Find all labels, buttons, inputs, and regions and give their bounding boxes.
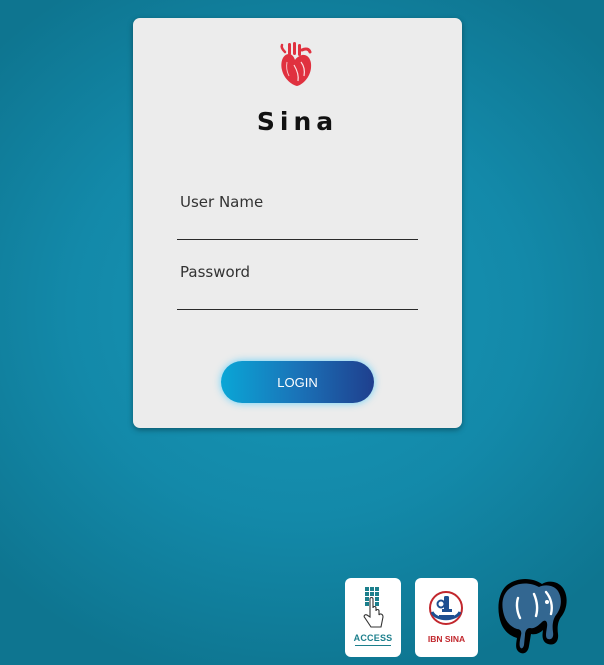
- access-logo-underline: [355, 645, 391, 646]
- login-button[interactable]: LOGIN: [221, 361, 374, 403]
- ibn-sina-logo-text: IBN SINA: [427, 634, 466, 644]
- heart-icon: [280, 42, 312, 86]
- ibn-sina-logo: IBN SINA: [415, 578, 478, 657]
- postgresql-elephant-logo: [498, 578, 567, 654]
- access-logo-text: ACCESS: [353, 633, 393, 643]
- app-title: Sina: [256, 107, 339, 136]
- username-label: User Name: [180, 193, 264, 211]
- microscope-icon: [429, 591, 463, 625]
- username-input[interactable]: [177, 216, 418, 240]
- password-input[interactable]: [177, 286, 418, 310]
- password-label: Password: [180, 263, 251, 281]
- access-logo: ACCESS: [345, 578, 401, 657]
- access-hand-icon: [363, 587, 384, 628]
